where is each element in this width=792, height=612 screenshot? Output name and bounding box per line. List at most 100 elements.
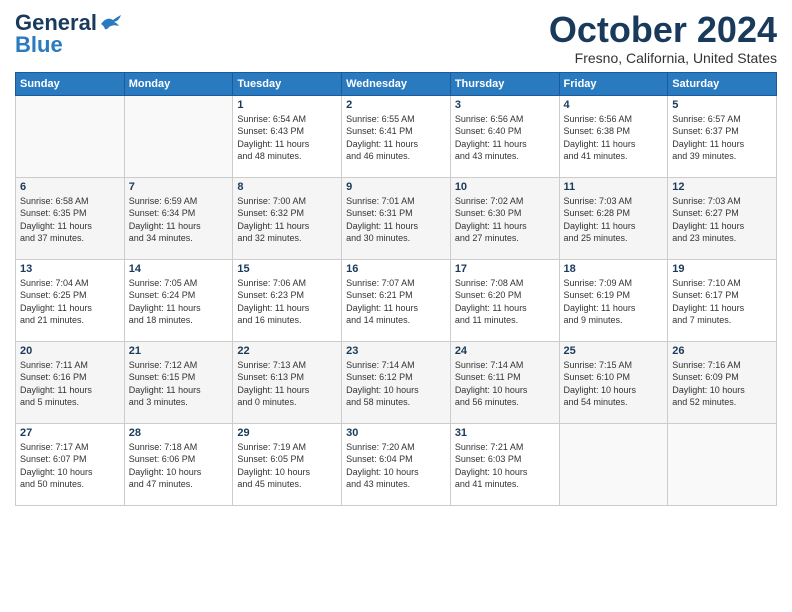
calendar-cell: 28 Sunrise: 7:18 AM Sunset: 6:06 PM Dayli… [124,423,233,505]
day-number: 14 [129,263,229,275]
calendar-cell: 30 Sunrise: 7:20 AM Sunset: 6:04 PM Dayli… [342,423,451,505]
day-number: 18 [564,263,664,275]
calendar-cell: 8 Sunrise: 7:00 AM Sunset: 6:32 PM Daylig… [233,177,342,259]
cell-content: Sunrise: 6:58 AM Sunset: 6:35 PM Dayligh… [20,195,120,245]
cell-content: Sunrise: 7:09 AM Sunset: 6:19 PM Dayligh… [564,277,664,327]
day-number: 15 [237,263,337,275]
col-wednesday: Wednesday [342,72,451,95]
cell-content: Sunrise: 7:14 AM Sunset: 6:11 PM Dayligh… [455,359,555,409]
calendar-cell [124,95,233,177]
cell-content: Sunrise: 7:05 AM Sunset: 6:24 PM Dayligh… [129,277,229,327]
calendar-cell: 25Sunrise: 7:15 AM Sunset: 6:10 PM Dayli… [559,341,668,423]
logo-blue: Blue [15,32,63,58]
cell-content: Sunrise: 7:20 AM Sunset: 6:04 PM Dayligh… [346,441,446,491]
title-area: October 2024 Fresno, California, United … [549,10,777,66]
calendar-cell: 26 Sunrise: 7:16 AM Sunset: 6:09 PM Dayli… [668,341,777,423]
calendar-cell: 17Sunrise: 7:08 AM Sunset: 6:20 PM Dayli… [450,259,559,341]
day-number: 22 [237,345,337,357]
calendar-cell: 23Sunrise: 7:14 AM Sunset: 6:12 PM Dayli… [342,341,451,423]
cell-content: Sunrise: 7:03 AM Sunset: 6:28 PM Dayligh… [564,195,664,245]
cell-content: Sunrise: 7:15 AM Sunset: 6:10 PM Dayligh… [564,359,664,409]
cell-content: Sunrise: 6:56 AM Sunset: 6:40 PM Dayligh… [455,113,555,163]
calendar-cell: 29Sunrise: 7:19 AM Sunset: 6:05 PM Dayli… [233,423,342,505]
cell-content: Sunrise: 6:59 AM Sunset: 6:34 PM Dayligh… [129,195,229,245]
calendar-cell: 19 Sunrise: 7:10 AM Sunset: 6:17 PM Dayli… [668,259,777,341]
calendar-week-1: 1Sunrise: 6:54 AM Sunset: 6:43 PM Daylig… [16,95,777,177]
day-number: 20 [20,345,120,357]
calendar-table: Sunday Monday Tuesday Wednesday Thursday… [15,72,777,506]
calendar-cell: 13 Sunrise: 7:04 AM Sunset: 6:25 PM Dayli… [16,259,125,341]
cell-content: Sunrise: 7:13 AM Sunset: 6:13 PM Dayligh… [237,359,337,409]
day-number: 4 [564,99,664,111]
calendar-cell: 21Sunrise: 7:12 AM Sunset: 6:15 PM Dayli… [124,341,233,423]
cell-content: Sunrise: 7:12 AM Sunset: 6:15 PM Dayligh… [129,359,229,409]
day-number: 23 [346,345,446,357]
cell-content: Sunrise: 7:10 AM Sunset: 6:17 PM Dayligh… [672,277,772,327]
calendar-cell: 3 Sunrise: 6:56 AM Sunset: 6:40 PM Daylig… [450,95,559,177]
calendar-week-2: 6Sunrise: 6:58 AM Sunset: 6:35 PM Daylig… [16,177,777,259]
calendar-week-4: 20 Sunrise: 7:11 AM Sunset: 6:16 PM Dayli… [16,341,777,423]
cell-content: Sunrise: 7:00 AM Sunset: 6:32 PM Dayligh… [237,195,337,245]
cell-content: Sunrise: 7:11 AM Sunset: 6:16 PM Dayligh… [20,359,120,409]
calendar-cell: 31 Sunrise: 7:21 AM Sunset: 6:03 PM Dayli… [450,423,559,505]
logo-bird-icon [99,14,121,32]
cell-content: Sunrise: 7:21 AM Sunset: 6:03 PM Dayligh… [455,441,555,491]
cell-content: Sunrise: 7:07 AM Sunset: 6:21 PM Dayligh… [346,277,446,327]
calendar-cell: 27 Sunrise: 7:17 AM Sunset: 6:07 PM Dayli… [16,423,125,505]
day-number: 27 [20,427,120,439]
calendar-cell: 6Sunrise: 6:58 AM Sunset: 6:35 PM Daylig… [16,177,125,259]
calendar-cell: 12Sunrise: 7:03 AM Sunset: 6:27 PM Dayli… [668,177,777,259]
day-number: 3 [455,99,555,111]
calendar-week-3: 13 Sunrise: 7:04 AM Sunset: 6:25 PM Dayli… [16,259,777,341]
location: Fresno, California, United States [549,50,777,66]
day-number: 5 [672,99,772,111]
calendar-body: 1Sunrise: 6:54 AM Sunset: 6:43 PM Daylig… [16,95,777,505]
col-sunday: Sunday [16,72,125,95]
cell-content: Sunrise: 7:16 AM Sunset: 6:09 PM Dayligh… [672,359,772,409]
month-title: October 2024 [549,10,777,50]
logo: General Blue [15,10,121,58]
calendar-cell: 18 Sunrise: 7:09 AM Sunset: 6:19 PM Dayli… [559,259,668,341]
calendar-cell: 15Sunrise: 7:06 AM Sunset: 6:23 PM Dayli… [233,259,342,341]
calendar-cell: 20 Sunrise: 7:11 AM Sunset: 6:16 PM Dayli… [16,341,125,423]
cell-content: Sunrise: 6:54 AM Sunset: 6:43 PM Dayligh… [237,113,337,163]
day-number: 11 [564,181,664,193]
calendar-cell: 4Sunrise: 6:56 AM Sunset: 6:38 PM Daylig… [559,95,668,177]
day-number: 28 [129,427,229,439]
cell-content: Sunrise: 7:04 AM Sunset: 6:25 PM Dayligh… [20,277,120,327]
page-container: General Blue October 2024 Fresno, Califo… [0,0,792,511]
header: General Blue October 2024 Fresno, Califo… [15,10,777,66]
calendar-cell: 9Sunrise: 7:01 AM Sunset: 6:31 PM Daylig… [342,177,451,259]
day-number: 26 [672,345,772,357]
cell-content: Sunrise: 6:55 AM Sunset: 6:41 PM Dayligh… [346,113,446,163]
cell-content: Sunrise: 7:03 AM Sunset: 6:27 PM Dayligh… [672,195,772,245]
day-number: 13 [20,263,120,275]
day-number: 16 [346,263,446,275]
col-tuesday: Tuesday [233,72,342,95]
calendar-header: Sunday Monday Tuesday Wednesday Thursday… [16,72,777,95]
day-number: 10 [455,181,555,193]
calendar-cell: 22 Sunrise: 7:13 AM Sunset: 6:13 PM Dayli… [233,341,342,423]
calendar-cell: 11 Sunrise: 7:03 AM Sunset: 6:28 PM Dayli… [559,177,668,259]
day-number: 24 [455,345,555,357]
day-number: 31 [455,427,555,439]
calendar-cell: 16 Sunrise: 7:07 AM Sunset: 6:21 PM Dayli… [342,259,451,341]
calendar-cell: 7 Sunrise: 6:59 AM Sunset: 6:34 PM Daylig… [124,177,233,259]
day-number: 9 [346,181,446,193]
calendar-cell [16,95,125,177]
day-number: 30 [346,427,446,439]
calendar-cell [559,423,668,505]
day-number: 7 [129,181,229,193]
calendar-cell: 24 Sunrise: 7:14 AM Sunset: 6:11 PM Dayli… [450,341,559,423]
cell-content: Sunrise: 7:18 AM Sunset: 6:06 PM Dayligh… [129,441,229,491]
calendar-cell [668,423,777,505]
day-number: 17 [455,263,555,275]
calendar-cell: 5Sunrise: 6:57 AM Sunset: 6:37 PM Daylig… [668,95,777,177]
cell-content: Sunrise: 7:17 AM Sunset: 6:07 PM Dayligh… [20,441,120,491]
day-number: 8 [237,181,337,193]
col-friday: Friday [559,72,668,95]
calendar-cell: 1Sunrise: 6:54 AM Sunset: 6:43 PM Daylig… [233,95,342,177]
cell-content: Sunrise: 7:19 AM Sunset: 6:05 PM Dayligh… [237,441,337,491]
col-monday: Monday [124,72,233,95]
day-number: 19 [672,263,772,275]
